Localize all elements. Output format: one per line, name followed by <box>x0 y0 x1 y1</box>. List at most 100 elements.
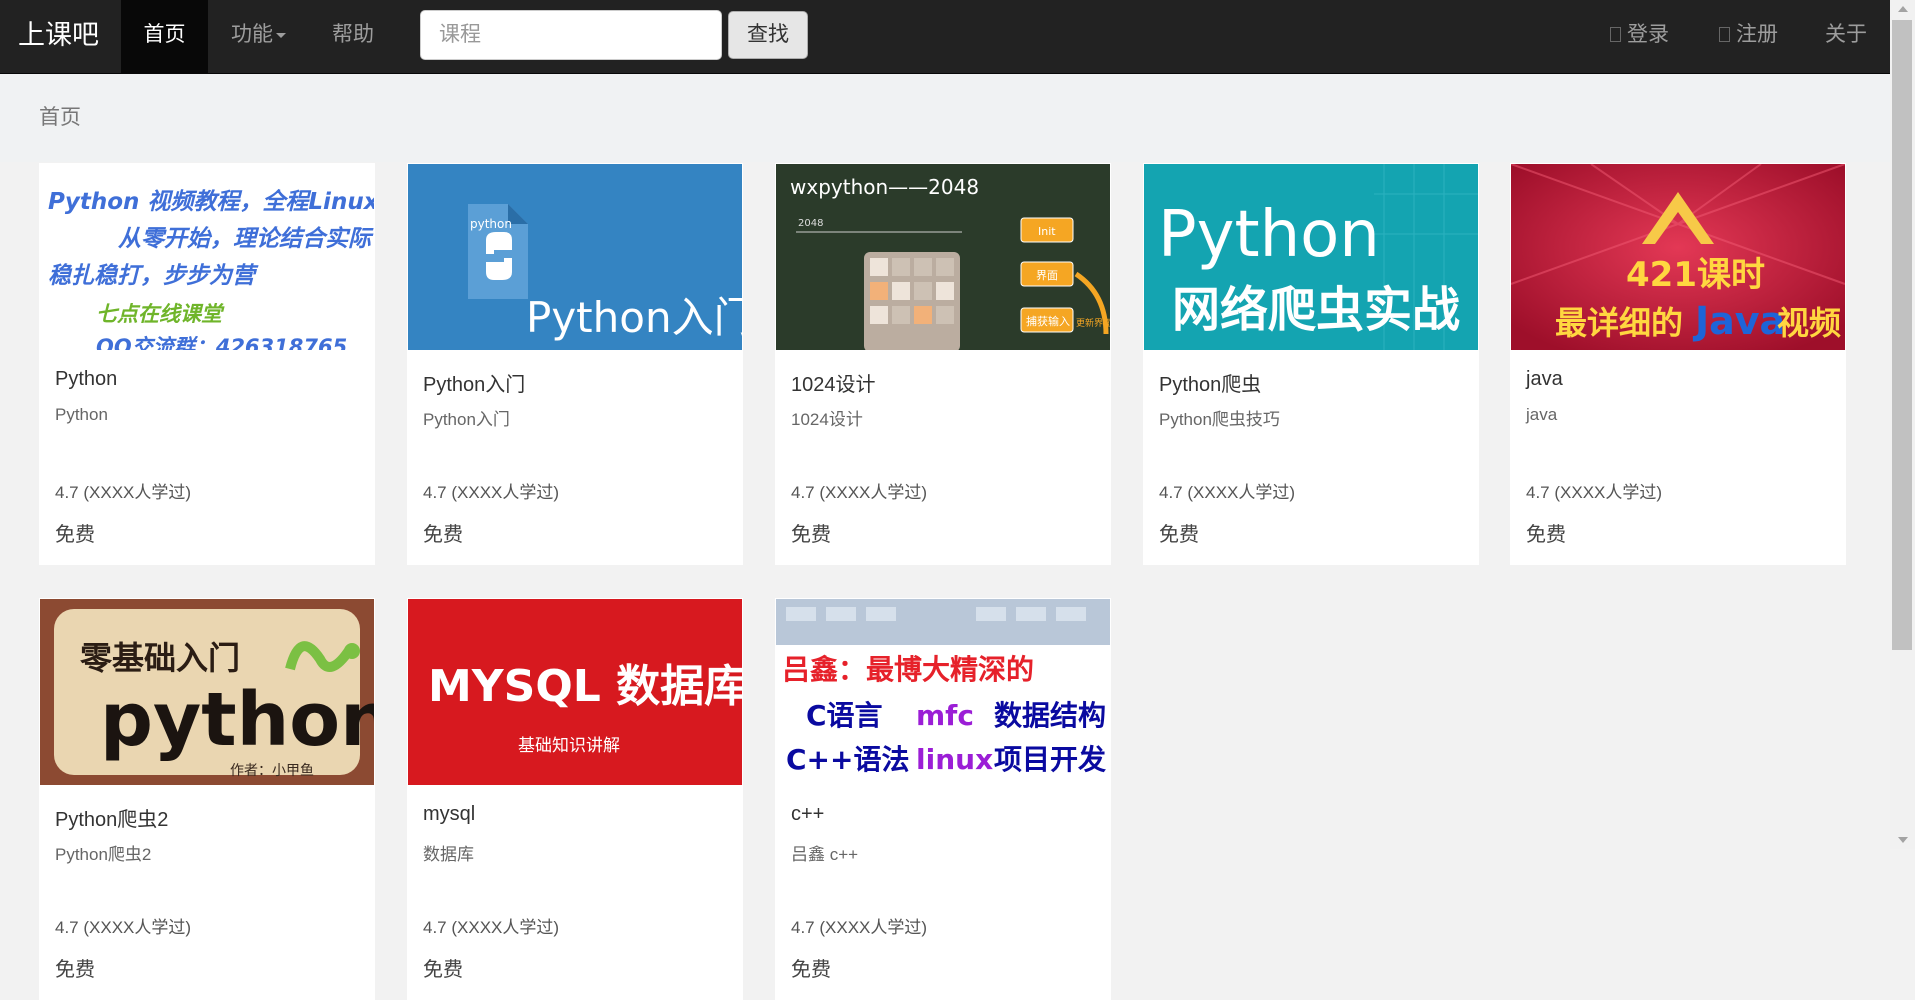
thumb-text: 网络爬虫实战 <box>1172 282 1460 338</box>
course-subtitle: Python爬虫2 <box>55 845 152 864</box>
thumb-text: QQ交流群：426318765 <box>96 335 347 350</box>
thumb-text: 数据结构 <box>994 699 1106 732</box>
thumb-text: 最详细的 <box>1555 304 1683 342</box>
game-board-icon <box>864 252 960 350</box>
course-title[interactable]: Python <box>55 368 117 391</box>
course-rating: 4.7 (XXXX人学过) <box>55 483 192 502</box>
course-rating: 4.7 (XXXX人学过) <box>55 918 192 937</box>
thumb-text: Java <box>1692 299 1785 343</box>
thumb-text: 作者：小甲鱼 <box>230 762 314 779</box>
course-card[interactable]: 421课时 最详细的 Java 视频 java java 4.7 (XXXX人学… <box>1510 163 1846 565</box>
course-rating: 4.7 (XXXX人学过) <box>1526 483 1663 502</box>
course-title[interactable]: c++ <box>791 803 824 826</box>
course-subtitle: 数据库 <box>423 845 474 864</box>
breadcrumb-home[interactable]: 首页 <box>39 74 81 162</box>
thumb-text: 更新界面 <box>1076 317 1110 329</box>
course-card[interactable]: python Python入门 Python入门 Python入门 4.7 (X… <box>407 163 743 565</box>
thumb-text: C语言 <box>806 699 883 732</box>
course-thumbnail[interactable]: Python 视频教程，全程Linux教学 从零开始，理论结合实际 稳扎稳打，步… <box>40 164 374 350</box>
course-title[interactable]: Python入门 <box>423 368 525 397</box>
course-price: 免费 <box>55 959 95 981</box>
course-price: 免费 <box>423 959 463 981</box>
thumb-text: 界面 <box>1036 269 1058 282</box>
course-title[interactable]: Python爬虫2 <box>55 803 168 832</box>
course-card[interactable]: 零基础入门 python 作者：小甲鱼 Python爬虫2 Python爬虫2 … <box>39 598 375 1000</box>
thumb-text: wxpython——2048 <box>790 175 979 199</box>
search-input[interactable] <box>420 10 722 60</box>
thumb-text: 从零开始，理论结合实际 <box>118 226 374 252</box>
course-thumbnail[interactable]: MYSQL 数据库 基础知识讲解 <box>408 599 742 785</box>
caret-down-icon <box>276 32 286 38</box>
scroll-up-icon[interactable] <box>1898 6 1908 12</box>
course-title[interactable]: java <box>1526 368 1563 391</box>
thumb-text: Python 视频教程，全程Linux教学 <box>48 188 374 215</box>
course-rating: 4.7 (XXXX人学过) <box>1159 483 1296 502</box>
thumb-text: 421课时 <box>1626 255 1765 295</box>
top-navbar: 上课吧 首页 功能 帮助 查找 登录 注册 关于 <box>0 0 1890 74</box>
thumb-text: python <box>470 217 512 231</box>
thumb-text: 视频 <box>1777 304 1841 342</box>
course-price: 免费 <box>791 524 831 546</box>
register-label: 注册 <box>1736 23 1778 46</box>
course-subtitle: 吕鑫 c++ <box>791 845 859 864</box>
course-card[interactable]: MYSQL 数据库 基础知识讲解 mysql 数据库 4.7 (XXXX人学过)… <box>407 598 743 1000</box>
thumb-text: 捕获输入 <box>1026 314 1070 328</box>
scroll-down-icon[interactable] <box>1898 837 1908 843</box>
course-thumbnail[interactable]: 吕鑫：最博大精深的 C语言 mfc 数据结构 C++语法 linux 项目开发 <box>776 599 1110 785</box>
breadcrumb: 首页 <box>0 74 1890 162</box>
course-rating: 4.7 (XXXX人学过) <box>423 918 560 937</box>
course-price: 免费 <box>1159 524 1199 546</box>
thumb-text: mfc <box>916 699 974 732</box>
thumb-text: 七点在线课堂 <box>96 302 225 326</box>
thumb-text: MYSQL 数据库 <box>428 661 742 712</box>
course-card[interactable]: Python 网络爬虫实战 Python爬虫 Python爬虫技巧 4.7 (X… <box>1143 163 1479 565</box>
course-subtitle: 1024设计 <box>791 410 863 429</box>
course-card[interactable]: Python 视频教程，全程Linux教学 从零开始，理论结合实际 稳扎稳打，步… <box>39 163 375 565</box>
course-rating: 4.7 (XXXX人学过) <box>791 483 928 502</box>
login-link[interactable]: 登录 <box>1610 0 1669 73</box>
thumb-text: C++语法 <box>786 743 909 776</box>
register-icon <box>1719 27 1730 42</box>
course-card[interactable]: 吕鑫：最博大精深的 C语言 mfc 数据结构 C++语法 linux 项目开发 … <box>775 598 1111 1000</box>
thumb-text: Python <box>1158 198 1380 272</box>
user-icon <box>1610 27 1621 42</box>
course-thumbnail[interactable]: wxpython——2048 2048 Init 界面 捕获输入 更新界面 <box>776 164 1110 350</box>
course-card[interactable]: wxpython——2048 2048 Init 界面 捕获输入 更新界面 10… <box>775 163 1111 565</box>
course-subtitle: java <box>1526 405 1558 424</box>
about-link[interactable]: 关于 <box>1825 0 1867 73</box>
scrollbar-thumb[interactable] <box>1892 20 1912 650</box>
nav-features-label: 功能 <box>231 23 273 46</box>
course-thumbnail[interactable]: 421课时 最详细的 Java 视频 <box>1511 164 1845 350</box>
nav-home[interactable]: 首页 <box>121 0 208 73</box>
thumb-text: 2048 <box>798 218 823 229</box>
thumb-text: 稳扎稳打，步步为营 <box>48 263 259 289</box>
vertical-scrollbar[interactable] <box>1890 0 1915 849</box>
thumb-text: linux <box>916 743 993 776</box>
thumb-text: Init <box>1038 225 1056 238</box>
brand-logo[interactable]: 上课吧 <box>18 0 99 73</box>
thumb-text: 基础知识讲解 <box>518 736 620 756</box>
course-subtitle: Python爬虫技巧 <box>1159 410 1280 429</box>
thumb-text: python <box>100 677 374 763</box>
course-subtitle: Python入门 <box>423 410 510 429</box>
course-title[interactable]: 1024设计 <box>791 368 876 397</box>
thumb-text: 项目开发 <box>994 743 1106 776</box>
course-price: 免费 <box>1526 524 1566 546</box>
thumb-text: 吕鑫：最博大精深的 <box>782 653 1034 686</box>
course-price: 免费 <box>423 524 463 546</box>
course-thumbnail[interactable]: python Python入门 <box>408 164 742 350</box>
thumb-text: Python入门 <box>526 293 742 342</box>
course-rating: 4.7 (XXXX人学过) <box>423 483 560 502</box>
register-link[interactable]: 注册 <box>1719 0 1778 73</box>
course-title[interactable]: Python爬虫 <box>1159 368 1261 397</box>
course-price: 免费 <box>55 524 95 546</box>
course-title[interactable]: mysql <box>423 803 475 826</box>
thumb-text: 零基础入门 <box>80 639 240 677</box>
nav-features-dropdown[interactable]: 功能 <box>231 0 286 73</box>
course-thumbnail[interactable]: Python 网络爬虫实战 <box>1144 164 1478 350</box>
course-subtitle: Python <box>55 405 108 424</box>
nav-help[interactable]: 帮助 <box>332 0 374 73</box>
login-label: 登录 <box>1627 23 1669 46</box>
course-thumbnail[interactable]: 零基础入门 python 作者：小甲鱼 <box>40 599 374 785</box>
search-button[interactable]: 查找 <box>728 11 808 59</box>
